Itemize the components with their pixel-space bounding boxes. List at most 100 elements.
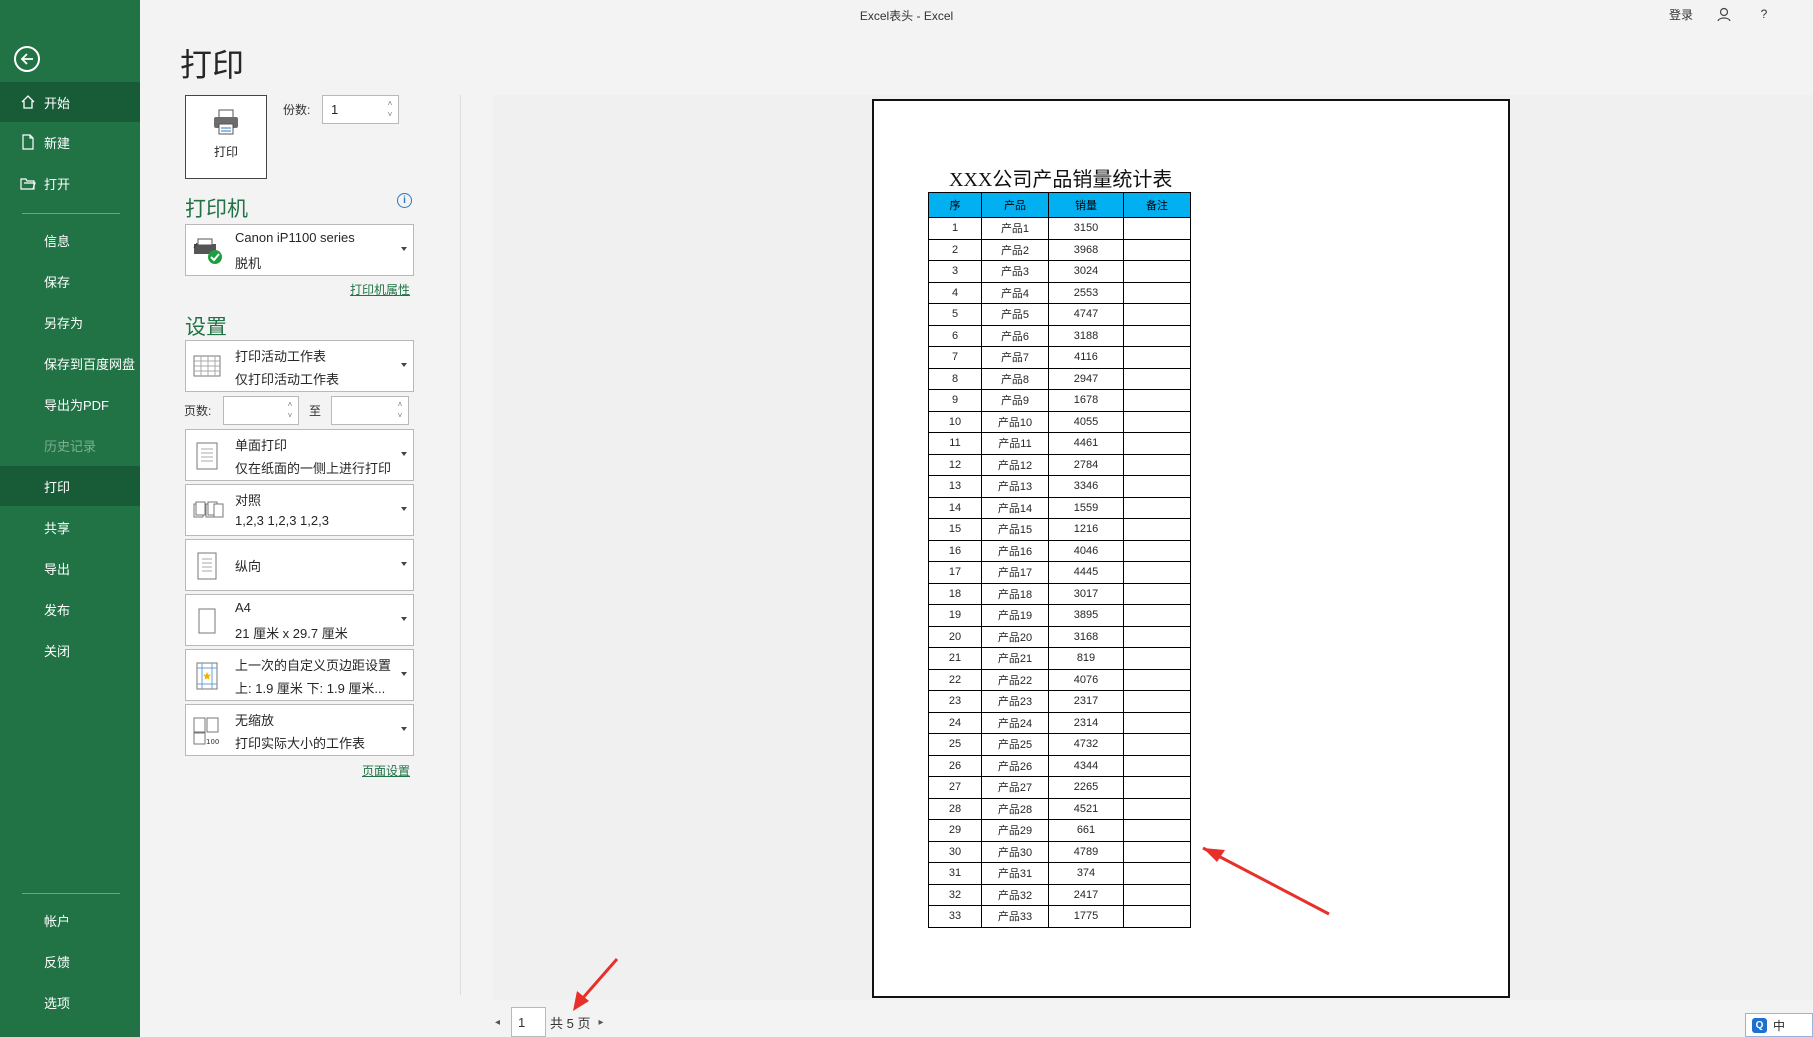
scaling-line1: 无缩放 — [235, 713, 275, 728]
cell-notes — [1123, 905, 1191, 928]
pages-from-input[interactable]: ˄ ˅ — [223, 396, 299, 425]
scaling-select[interactable]: 100 无缩放 打印实际大小的工作表 — [185, 704, 414, 756]
table-row: 13 产品13 3346 — [928, 475, 1191, 498]
table-row: 16 产品16 4046 — [928, 539, 1191, 562]
nav-open[interactable]: 打开 — [0, 163, 140, 203]
margins-select[interactable]: 上一次的自定义页边距设置 上: 1.9 厘米 下: 1.9 厘米... — [185, 649, 414, 701]
page-setup-link[interactable]: 页面设置 — [362, 762, 410, 779]
chevron-down-icon — [401, 452, 407, 456]
cell-product: 产品33 — [981, 905, 1049, 928]
cell-index: 19 — [928, 604, 982, 627]
page-title: 打印 — [180, 47, 245, 83]
print-what-line2: 仅打印活动工作表 — [235, 372, 340, 387]
table-row: 18 产品18 3017 — [928, 582, 1191, 605]
nav-account-label: 帐户 — [44, 913, 71, 929]
feedback-person-icon[interactable] — [1715, 5, 1733, 23]
nav-options[interactable]: 选项 — [0, 982, 140, 1022]
cell-notes — [1123, 668, 1191, 691]
nav-home[interactable]: 开始 — [0, 82, 140, 122]
sides-line2: 仅在纸面的一侧上进行打印 — [235, 461, 392, 476]
cell-sales: 1678 — [1048, 389, 1124, 412]
copies-input[interactable]: 1 ˄ ˅ — [322, 95, 399, 124]
no-scaling-icon: 100 — [192, 716, 222, 746]
cell-product: 产品27 — [981, 776, 1049, 799]
nav-print[interactable]: 打印 — [0, 466, 140, 506]
cell-sales: 1559 — [1048, 496, 1124, 519]
nav-save-baidu[interactable]: 保存到百度网盘 — [0, 343, 140, 383]
cell-index: 20 — [928, 625, 982, 648]
cell-notes — [1123, 303, 1191, 326]
help-button[interactable]: ? — [1755, 5, 1773, 23]
collate-select[interactable]: 对照 1,2,3 1,2,3 1,2,3 — [185, 484, 414, 536]
cell-notes — [1123, 432, 1191, 455]
margins-line1: 上一次的自定义页边距设置 — [235, 658, 392, 673]
copies-spinner-icon[interactable]: ˄ ˅ — [385, 98, 395, 121]
pages-from-spinner-icon[interactable]: ˄ ˅ — [285, 399, 295, 422]
cell-sales: 4076 — [1048, 668, 1124, 691]
login-link[interactable]: 登录 — [1669, 6, 1693, 23]
nav-feedback[interactable]: 反馈 — [0, 941, 140, 981]
copies-label: 份数: — [283, 103, 311, 117]
print-button[interactable]: 打印 — [185, 95, 267, 179]
nav-publish-label: 发布 — [44, 602, 71, 618]
cell-sales: 4046 — [1048, 539, 1124, 562]
table-row: 20 产品20 3168 — [928, 625, 1191, 648]
cell-index: 26 — [928, 754, 982, 777]
nav-save[interactable]: 保存 — [0, 261, 140, 301]
cell-sales: 2314 — [1048, 711, 1124, 734]
cell-notes — [1123, 238, 1191, 261]
printer-properties-link[interactable]: 打印机属性 — [350, 281, 410, 298]
cell-product: 产品3 — [981, 260, 1049, 283]
back-arrow-icon[interactable] — [14, 46, 40, 72]
paper-size-select[interactable]: A4 21 厘米 x 29.7 厘米 — [185, 594, 414, 646]
cell-index: 21 — [928, 647, 982, 670]
cell-notes — [1123, 819, 1191, 842]
cell-sales: 4116 — [1048, 346, 1124, 369]
cell-sales: 3895 — [1048, 604, 1124, 627]
nav-close[interactable]: 关闭 — [0, 630, 140, 670]
print-what-select[interactable]: 打印活动工作表 仅打印活动工作表 — [185, 340, 414, 392]
nav-share[interactable]: 共享 — [0, 507, 140, 547]
pane-divider — [460, 95, 461, 995]
table-row: 17 产品17 4445 — [928, 561, 1191, 584]
cell-sales: 2317 — [1048, 690, 1124, 713]
cell-sales: 2553 — [1048, 281, 1124, 304]
nav-save-as[interactable]: 另存为 — [0, 302, 140, 342]
orientation-select[interactable]: 纵向 — [185, 539, 414, 591]
cell-product: 产品24 — [981, 711, 1049, 734]
cell-notes — [1123, 797, 1191, 820]
sheet-grid-icon — [192, 352, 222, 382]
cell-notes — [1123, 711, 1191, 734]
chevron-down-icon — [401, 617, 407, 621]
prev-page-icon[interactable]: ◂ — [495, 1017, 505, 1028]
nav-new[interactable]: 新建 — [0, 122, 140, 162]
next-page-icon[interactable]: ▸ — [598, 1017, 608, 1028]
table-row: 29 产品29 661 — [928, 819, 1191, 842]
cell-product: 产品32 — [981, 883, 1049, 906]
pages-to-input[interactable]: ˄ ˅ — [331, 396, 409, 425]
cell-notes — [1123, 561, 1191, 584]
sidebar-divider — [22, 213, 120, 214]
pages-to-spinner-icon[interactable]: ˄ ˅ — [395, 399, 405, 422]
info-icon[interactable]: i — [397, 193, 412, 208]
printer-name: Canon iP1100 series — [235, 230, 355, 245]
cell-notes — [1123, 217, 1191, 240]
sides-select[interactable]: 单面打印 仅在纸面的一侧上进行打印 — [185, 429, 414, 481]
nav-account[interactable]: 帐户 — [0, 900, 140, 940]
table-row: 24 产品24 2314 — [928, 711, 1191, 734]
cell-index: 33 — [928, 905, 982, 928]
cell-notes — [1123, 862, 1191, 885]
total-pages-label: 共 5 页 — [550, 1015, 591, 1031]
nav-export[interactable]: 导出 — [0, 548, 140, 588]
nav-info[interactable]: 信息 — [0, 220, 140, 260]
ime-indicator[interactable]: Q 中 — [1745, 1013, 1813, 1037]
collate-line2: 1,2,3 1,2,3 1,2,3 — [235, 513, 329, 528]
printer-select[interactable]: Canon iP1100 series 脱机 — [185, 224, 414, 276]
nav-publish[interactable]: 发布 — [0, 589, 140, 629]
cell-notes — [1123, 324, 1191, 347]
nav-export-pdf[interactable]: 导出为PDF — [0, 384, 140, 424]
sidebar-divider — [22, 893, 120, 894]
window-title: Excel表头 - Excel — [859, 9, 954, 23]
current-page-input[interactable]: 1 — [511, 1007, 546, 1037]
cell-product: 产品22 — [981, 668, 1049, 691]
